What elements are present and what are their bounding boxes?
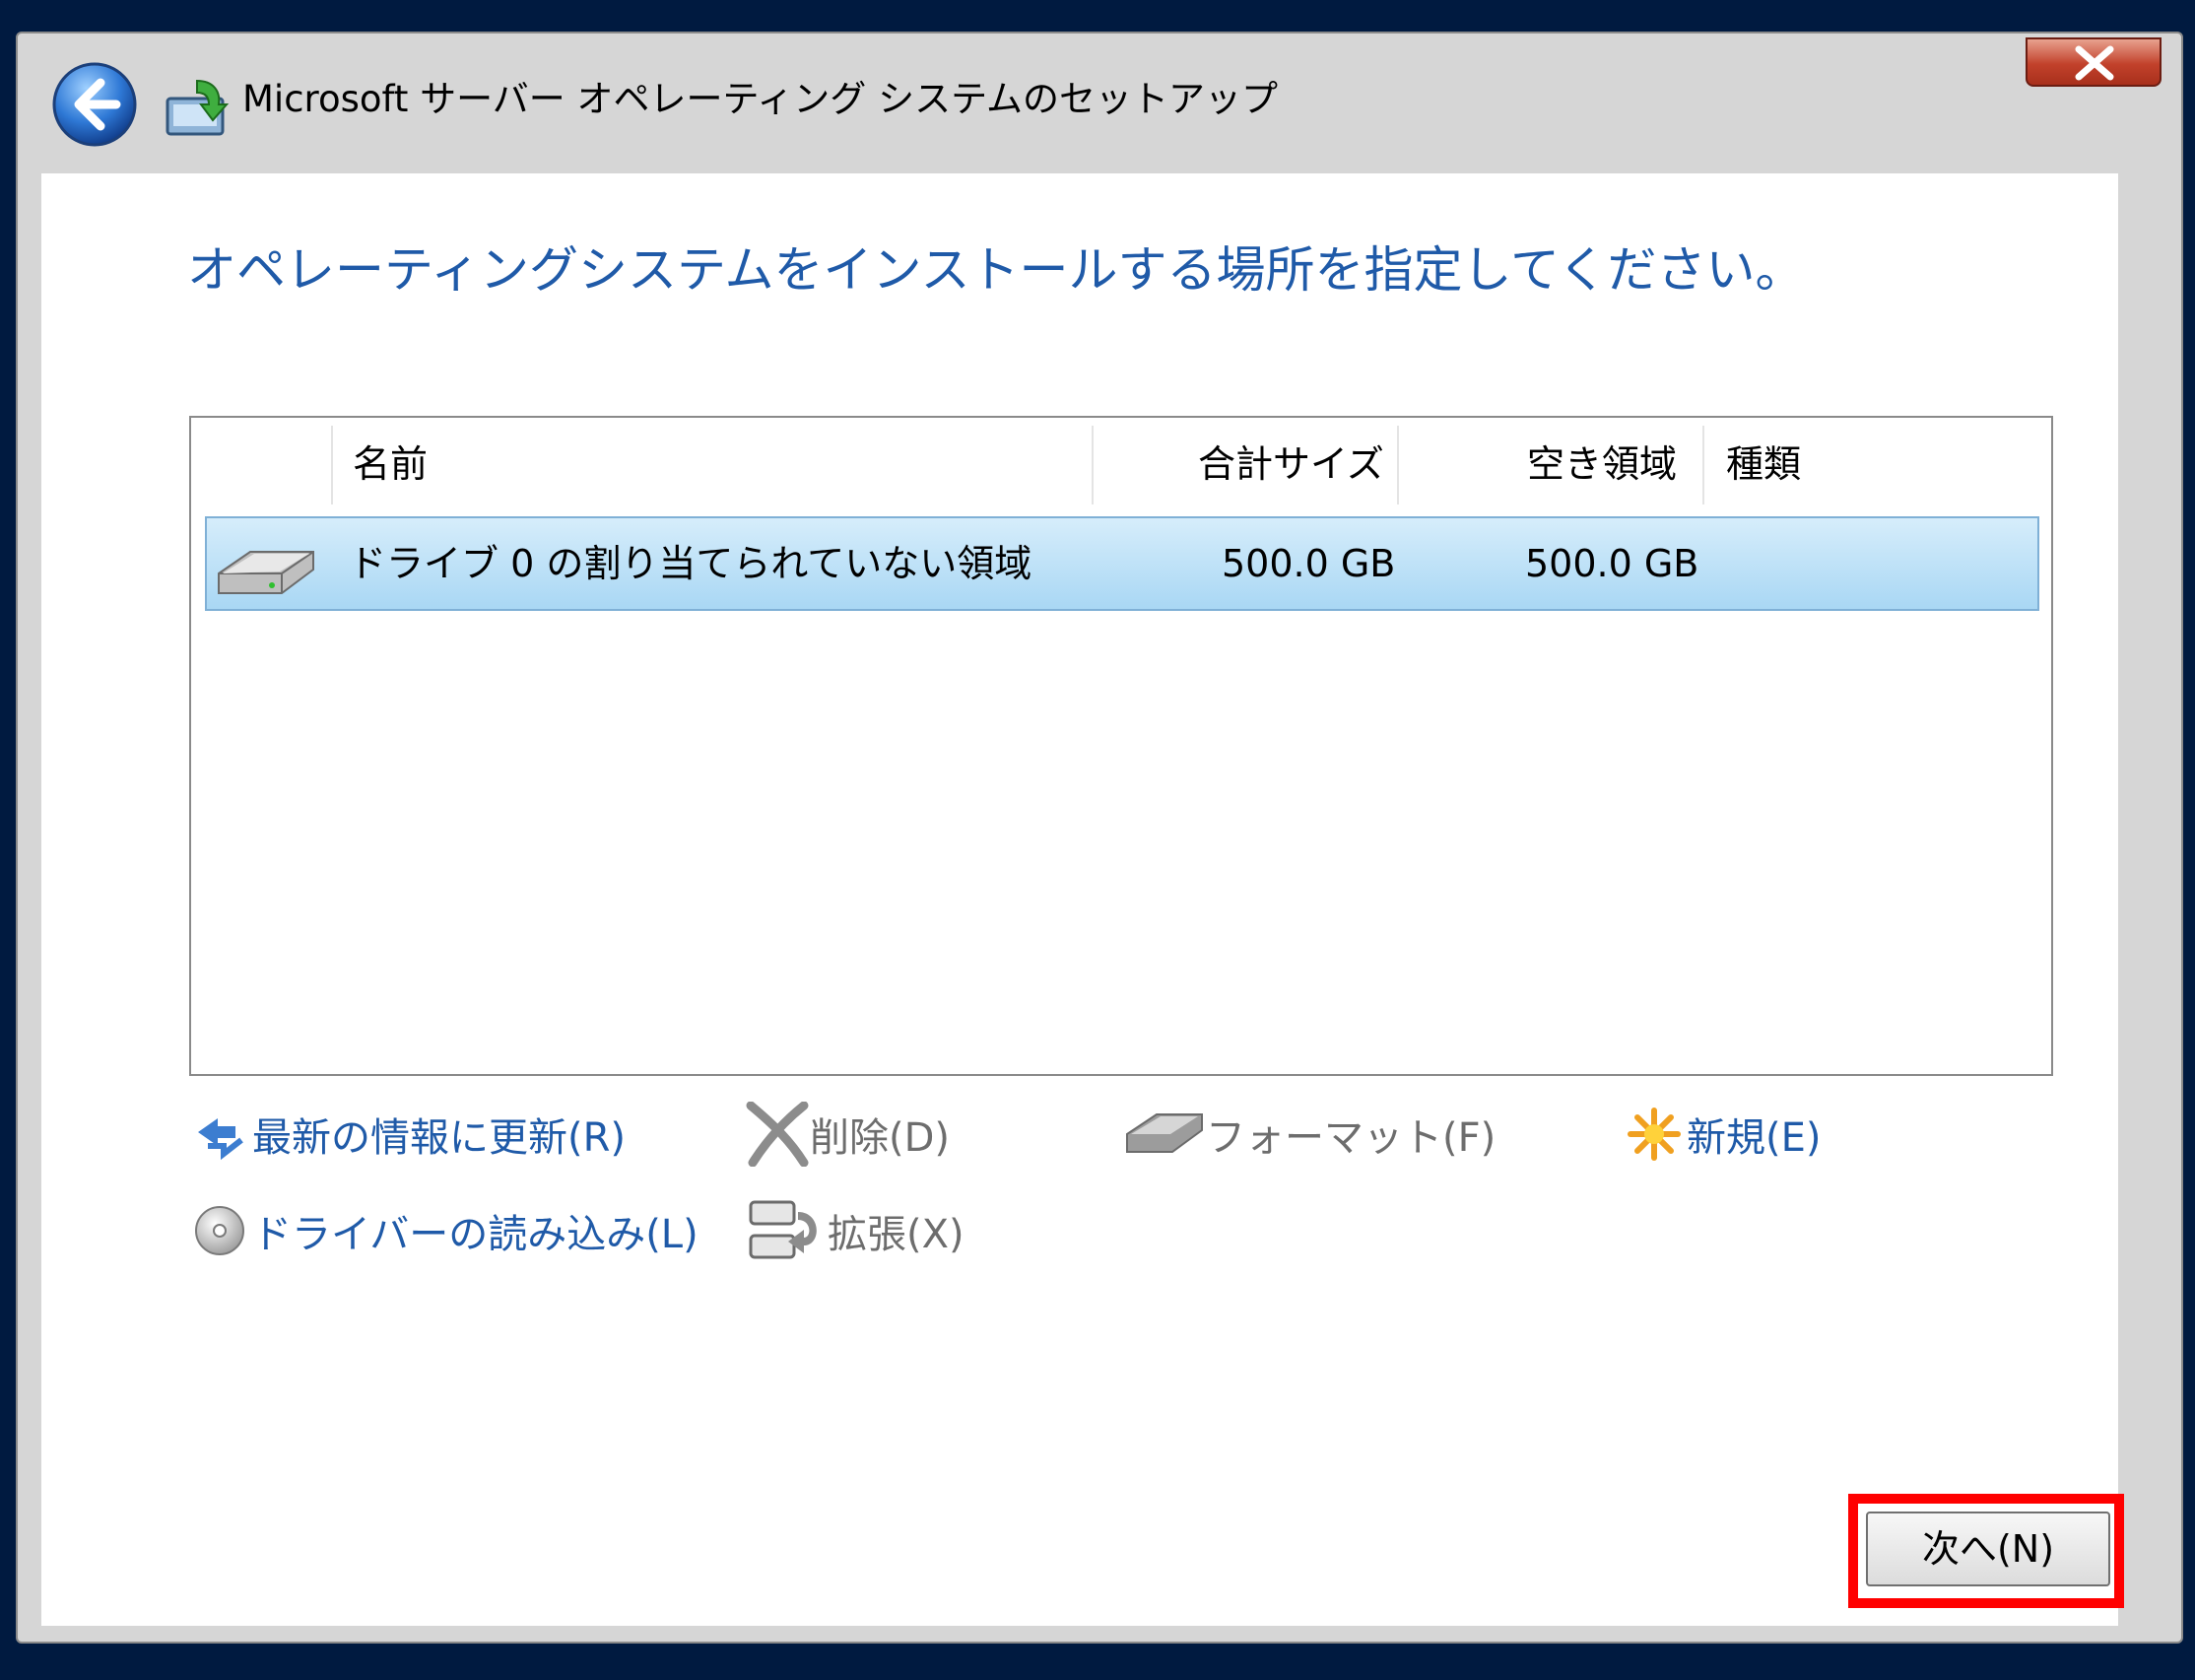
cd-disc-icon xyxy=(187,1198,252,1263)
extend-link[interactable]: 拡張(X) xyxy=(745,1196,964,1265)
window-title: Microsoft サーバー オペレーティング システムのセットアップ xyxy=(242,78,1278,120)
column-header-total-size[interactable]: 合計サイズ xyxy=(1198,420,1384,508)
row-total-size: 500.0 GB xyxy=(1222,542,1396,585)
new-label: 新規(E) xyxy=(1687,1115,1822,1161)
partition-list[interactable]: 名前 合計サイズ 空き領域 種類 ドライブ 0 の割り当てられていない領域 50… xyxy=(189,416,2053,1076)
extend-drive-icon xyxy=(745,1198,828,1263)
column-separator xyxy=(1092,426,1094,504)
delete-link[interactable]: 削除(D) xyxy=(745,1100,950,1169)
delete-x-icon xyxy=(745,1102,810,1167)
column-separator xyxy=(1702,426,1704,504)
setup-icon xyxy=(166,79,230,136)
format-link[interactable]: フォーマット(F) xyxy=(1123,1100,1496,1169)
back-arrow-icon xyxy=(52,62,137,147)
new-star-icon xyxy=(1622,1102,1687,1167)
column-header-name[interactable]: 名前 xyxy=(353,420,428,508)
close-icon xyxy=(2075,45,2114,81)
row-name: ドライブ 0 の割り当てられていない領域 xyxy=(349,542,1032,585)
back-button[interactable] xyxy=(51,61,138,148)
column-header-free-space[interactable]: 空き領域 xyxy=(1527,420,1677,508)
load-driver-label: ドライバーの読み込み(L) xyxy=(252,1212,698,1257)
next-button[interactable]: 次へ(N) xyxy=(1866,1512,2110,1586)
list-header: 名前 合計サイズ 空き領域 種類 xyxy=(193,420,2049,508)
page-heading: オペレーティングシステムをインストールする場所を指定してください。 xyxy=(187,241,1805,299)
close-button[interactable] xyxy=(2026,37,2162,87)
row-free-space: 500.0 GB xyxy=(1525,542,1699,585)
load-driver-link[interactable]: ドライバーの読み込み(L) xyxy=(187,1196,698,1265)
refresh-link[interactable]: 最新の情報に更新(R) xyxy=(187,1100,626,1169)
column-separator xyxy=(1397,426,1399,504)
extend-label: 拡張(X) xyxy=(828,1212,964,1257)
drive-icon xyxy=(218,551,314,594)
refresh-label: 最新の情報に更新(R) xyxy=(252,1115,627,1161)
new-link[interactable]: 新規(E) xyxy=(1622,1100,1821,1169)
refresh-icon xyxy=(187,1102,252,1167)
column-header-type[interactable]: 種類 xyxy=(1726,420,1801,508)
delete-label: 削除(D) xyxy=(810,1115,951,1161)
table-row[interactable]: ドライブ 0 の割り当てられていない領域 500.0 GB 500.0 GB xyxy=(205,516,2039,611)
format-label: フォーマット(F) xyxy=(1206,1115,1497,1161)
column-separator xyxy=(331,426,333,504)
format-drive-icon xyxy=(1123,1102,1206,1167)
